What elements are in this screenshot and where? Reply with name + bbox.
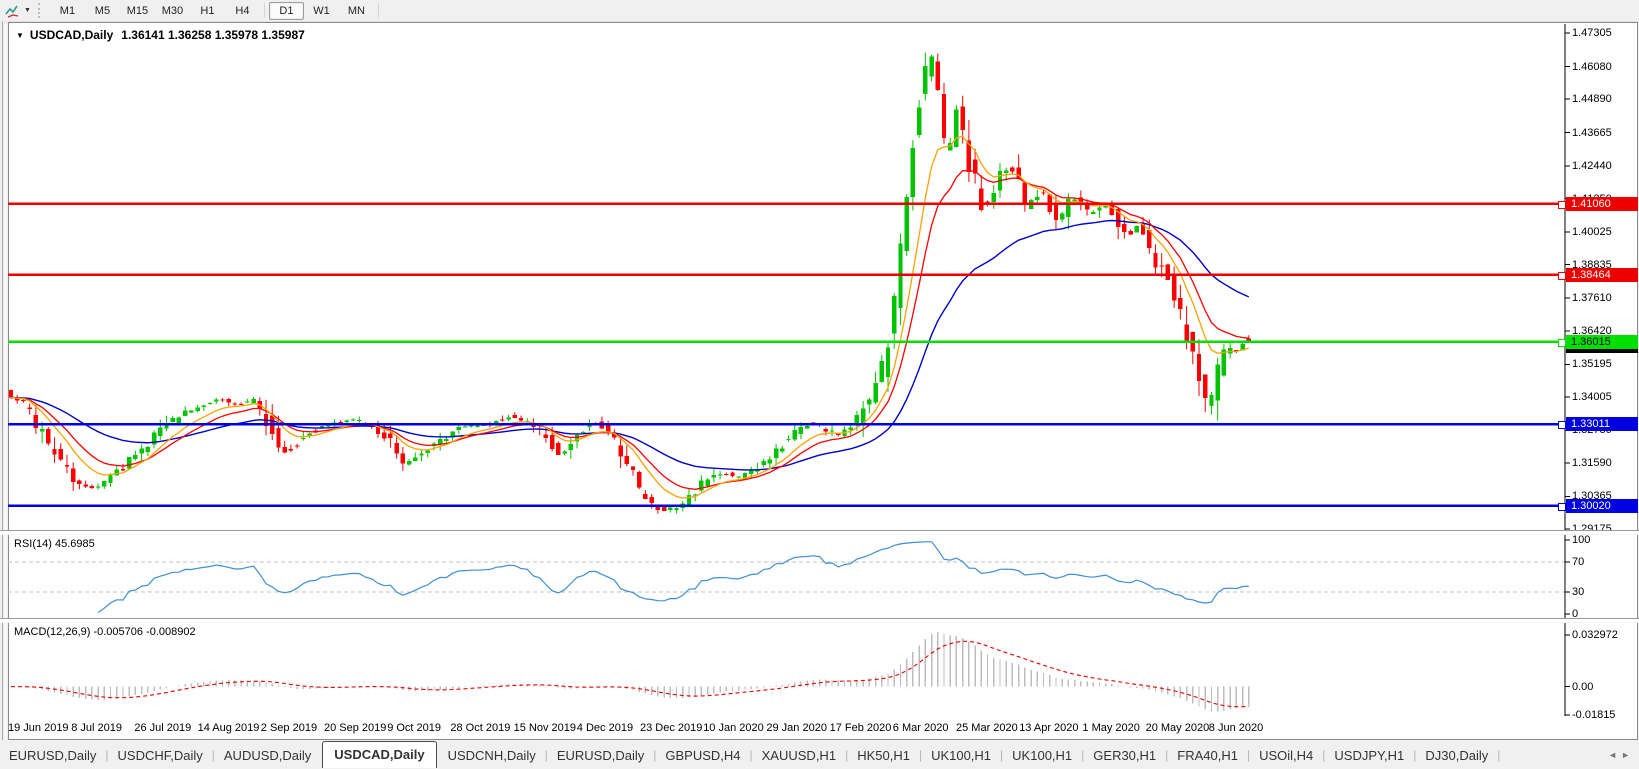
date-tick-label: 20 May 2020: [1145, 722, 1210, 734]
chart-tab-usdcnh-daily[interactable]: USDCNH,Daily: [439, 744, 545, 768]
hline-price-badge: 1.36015: [1566, 334, 1638, 349]
chart-tab-audusd-daily[interactable]: AUDUSD,Daily: [215, 744, 320, 768]
chart-tabs: EURUSD,Daily | USDCHF,Daily | AUDUSD,Daily US…: [0, 741, 1500, 768]
chart-tab-usdjpy-h1[interactable]: USDJPY,H1: [1325, 744, 1413, 768]
date-tick-label: 6 Mar 2020: [892, 722, 949, 734]
date-tick-label: 9 Oct 2019: [387, 722, 442, 734]
hline-endpoint-marker[interactable]: [1558, 502, 1566, 511]
date-tick-label: 13 Apr 2020: [1019, 722, 1079, 734]
date-tick-label: 1 May 2020: [1082, 722, 1140, 734]
panel-resize-divider[interactable]: [0, 530, 1639, 535]
date-tick-label: 23 Dec 2019: [640, 722, 703, 734]
timeframe-button-d1[interactable]: D1: [268, 1, 304, 20]
chart-ohlc-values: 1.36141 1.36258 1.35978 1.35987: [121, 28, 305, 42]
date-tick-label: 19 Jun 2019: [8, 722, 69, 734]
date-tick-label: 8 Jul 2019: [71, 722, 122, 734]
date-tick-label: 15 Nov 2019: [513, 722, 576, 734]
price-chart-canvas[interactable]: [0, 24, 1639, 530]
tab-scroll-arrows: ◄►: [1608, 750, 1634, 760]
chart-tab-eurusd-daily[interactable]: EURUSD,Daily: [548, 744, 653, 768]
price-tick-label: 1.47305: [1572, 27, 1612, 39]
tab-separator: |: [1497, 748, 1501, 762]
rsi-tick-label: 70: [1572, 556, 1585, 569]
hline-price-badge: 1.41060: [1566, 196, 1638, 211]
date-tick-label: 25 Mar 2020: [956, 722, 1018, 734]
chart-tab-usdchf-daily[interactable]: USDCHF,Daily: [109, 744, 212, 768]
chart-tab-usoil-h4[interactable]: USOil,H4: [1250, 744, 1322, 768]
rsi-chart-canvas[interactable]: [0, 534, 1639, 618]
top-toolbar: ▼ M1 M5 M15 M30 H1 H4 D1 W1 MN: [0, 0, 1639, 22]
date-tick-label: 17 Feb 2020: [829, 722, 892, 734]
cursor-mode-icon[interactable]: ▼: [3, 3, 33, 19]
chart-symbol-label: USDCAD,Daily: [29, 28, 114, 42]
date-tick-label: 28 Oct 2019: [450, 722, 511, 734]
hline-endpoint-marker[interactable]: [1558, 271, 1566, 280]
price-tick-label: 1.31590: [1572, 456, 1612, 469]
timeframe-button-m1[interactable]: M1: [50, 2, 85, 20]
cursor-mode-caret-icon[interactable]: ▼: [24, 7, 31, 14]
chart-tab-hk50-h1[interactable]: HK50,H1: [848, 744, 919, 768]
timeframe-button-m30[interactable]: M30: [155, 2, 190, 20]
hline-endpoint-marker[interactable]: [1558, 200, 1566, 209]
chart-tab-bar: EURUSD,Daily | USDCHF,Daily | AUDUSD,Daily US…: [0, 741, 1639, 768]
timeframe-button-h1[interactable]: H1: [190, 2, 225, 20]
cursor-mode-glyph: [5, 5, 19, 18]
hline-price-badge: 1.38464: [1566, 267, 1638, 282]
date-tick-label: 26 Jul 2019: [134, 722, 192, 734]
chart-tab-usdcad-daily[interactable]: USDCAD,Daily: [322, 741, 437, 768]
timeframe-button-mn[interactable]: MN: [339, 2, 374, 20]
timeframe-button-h4[interactable]: H4: [225, 2, 260, 20]
price-tick-label: 1.44890: [1572, 93, 1612, 106]
date-tick-label: 8 Jun 2020: [1208, 722, 1264, 734]
macd-chart-canvas[interactable]: [0, 622, 1639, 716]
macd-indicator-label: MACD(12,26,9) -0.005706 -0.008902: [14, 626, 196, 638]
chart-tab-dj30-daily[interactable]: DJ30,Daily: [1416, 744, 1497, 768]
macd-tick-label: 0.032972: [1572, 629, 1618, 641]
rsi-tick-label: 100: [1572, 534, 1591, 546]
toolbar-separator: [263, 3, 265, 18]
macd-tick-label: -0.01815: [1572, 709, 1616, 721]
price-tick-label: 1.40025: [1572, 226, 1612, 239]
hline-endpoint-marker[interactable]: [1558, 338, 1566, 347]
price-tick-label: 1.37610: [1572, 292, 1612, 305]
price-tick-label: 1.42440: [1572, 160, 1612, 173]
timeframe-button-w1[interactable]: W1: [304, 2, 339, 20]
price-tick-label: 1.43665: [1572, 126, 1612, 139]
panel-resize-divider[interactable]: [0, 618, 1639, 623]
chart-tab-eurusd-daily[interactable]: EURUSD,Daily: [0, 744, 105, 768]
hline-price-badge: 1.33011: [1566, 417, 1638, 432]
tab-scroll-left-icon[interactable]: ◄: [1608, 750, 1621, 760]
toolbar-separator: [377, 3, 379, 18]
chart-tab-xauusd-h1[interactable]: XAUUSD,H1: [753, 744, 845, 768]
timeframe-button-m15[interactable]: M15: [120, 2, 155, 20]
chart-tab-gbpusd-h4[interactable]: GBPUSD,H4: [656, 744, 749, 768]
hline-endpoint-marker[interactable]: [1558, 421, 1566, 430]
date-tick-label: 10 Jan 2020: [703, 722, 764, 734]
date-tick-label: 29 Jan 2020: [766, 722, 827, 734]
rsi-indicator-label: RSI(14) 45.6985: [14, 538, 95, 550]
macd-tick-label: 0.00: [1572, 680, 1594, 693]
date-tick-label: 14 Aug 2019: [197, 722, 260, 734]
rsi-tick-label: 30: [1572, 585, 1585, 598]
timeframe-button-m5[interactable]: M5: [85, 2, 120, 20]
chart-dropdown-icon[interactable]: ▼: [16, 31, 24, 40]
chart-title: ▼ USDCAD,Daily 1.36141 1.36258 1.35978 1…: [16, 28, 305, 42]
price-tick-label: 1.34005: [1572, 390, 1612, 403]
price-tick-label: 1.46080: [1572, 60, 1612, 73]
hline-price-badge: 1.30020: [1566, 498, 1638, 513]
chart-tab-ger30-h1[interactable]: GER30,H1: [1084, 744, 1165, 768]
date-tick-label: 20 Sep 2019: [324, 722, 387, 734]
chart-tab-fra40-h1[interactable]: FRA40,H1: [1168, 744, 1247, 768]
price-tick-label: 1.35195: [1572, 358, 1612, 371]
chart-tab-uk100-h1[interactable]: UK100,H1: [922, 744, 1000, 768]
toolbar-grip: [37, 3, 45, 18]
tab-scroll-right-icon[interactable]: ►: [1621, 750, 1634, 760]
timeframe-buttons: M1 M5 M15 M30 H1 H4 D1 W1 MN: [50, 1, 383, 20]
date-tick-label: 4 Dec 2019: [576, 722, 634, 734]
chart-tab-uk100-h1[interactable]: UK100,H1: [1003, 744, 1081, 768]
date-tick-label: 2 Sep 2019: [260, 722, 318, 734]
